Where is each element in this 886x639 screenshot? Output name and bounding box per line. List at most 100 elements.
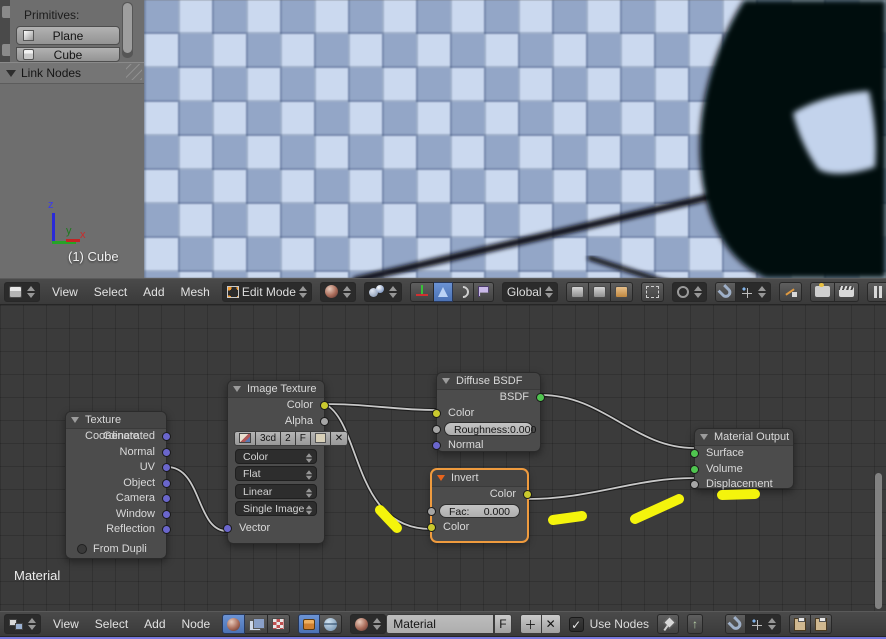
socket-surface-in[interactable] (690, 449, 699, 458)
rotate-manipulator-button[interactable] (452, 281, 474, 302)
roughness-slider[interactable]: Roughness: 0.000 (444, 422, 536, 436)
compositing-nodes-button[interactable] (245, 614, 269, 634)
occlude-geometry-button[interactable] (640, 281, 664, 302)
face-select-mode-button[interactable] (610, 281, 633, 302)
socket-generated[interactable] (162, 432, 171, 441)
editor-type-selector[interactable] (4, 281, 40, 302)
link-nodes-panel-header[interactable]: Link Nodes (0, 62, 144, 84)
menu-mesh[interactable]: Mesh (177, 285, 214, 299)
socket-color-out[interactable] (320, 401, 329, 410)
fake-user-button[interactable]: F (494, 614, 512, 634)
proportional-edit-dropdown[interactable] (671, 281, 707, 302)
socket-window[interactable] (162, 509, 171, 519)
editor-type-selector[interactable] (4, 614, 41, 634)
snap-element-dropdown[interactable] (735, 281, 771, 302)
menu-node[interactable]: Node (178, 617, 215, 631)
socket-roughness-in[interactable] (432, 425, 441, 434)
socket-alpha-out[interactable] (320, 416, 329, 426)
pin-button[interactable] (657, 614, 679, 634)
node-texture-coordinate[interactable]: Texture Coordinate Generated Normal UV O… (65, 411, 171, 559)
socket-displacement-in[interactable] (690, 480, 699, 489)
new-image-button[interactable] (310, 431, 331, 446)
add-plane-button[interactable]: Plane (16, 26, 120, 45)
fake-user-button[interactable]: F (295, 431, 311, 446)
menu-view[interactable]: View (48, 285, 82, 299)
edge-select-mode-button[interactable] (588, 281, 611, 302)
node-header[interactable]: Material Output (695, 429, 793, 446)
node-material-output[interactable]: Material Output Surface Volume Displacem… (690, 428, 794, 490)
interpolation-dropdown[interactable]: Linear (235, 483, 317, 499)
material-browse-dropdown[interactable] (350, 614, 387, 634)
projection-dropdown[interactable]: Flat (235, 466, 317, 481)
socket-color-in[interactable] (427, 522, 436, 532)
menu-add[interactable]: Add (140, 617, 169, 631)
node-header[interactable]: Image Texture (228, 381, 324, 398)
use-nodes-checkbox[interactable]: ✓ (568, 616, 584, 632)
source-dropdown[interactable]: Single Image (235, 501, 317, 516)
browse-image-button[interactable] (234, 431, 256, 446)
node-diffuse-bsdf[interactable]: Diffuse BSDF BSDF Color Roughness: 0.000… (432, 372, 545, 452)
texture-nodes-button[interactable] (268, 614, 291, 634)
opengl-render-button[interactable] (809, 281, 835, 302)
manipulator-toggle-button[interactable] (409, 281, 434, 302)
fac-slider[interactable]: Fac: 0.000 (439, 503, 520, 518)
viewport-3d[interactable]: Primitives: Plane Cube Link Nodes z y x … (0, 0, 886, 278)
copy-nodes-button[interactable] (789, 614, 811, 634)
object-shader-button[interactable] (298, 614, 321, 634)
socket-camera[interactable] (162, 494, 171, 503)
tool-shelf-scrollbar[interactable] (122, 2, 133, 58)
menu-select[interactable]: Select (90, 285, 131, 299)
pivot-point-dropdown[interactable] (363, 281, 402, 302)
shelf-tab-icon[interactable] (2, 6, 10, 18)
shelf-tab-icon[interactable] (2, 44, 10, 56)
socket-bsdf-out[interactable] (536, 393, 545, 402)
menu-select[interactable]: Select (91, 617, 132, 631)
node-header[interactable]: Texture Coordinate (66, 412, 166, 442)
go-to-parent-button[interactable]: ↑ (687, 614, 703, 634)
socket-volume-in[interactable] (690, 464, 699, 474)
unlink-image-button[interactable]: ✕ (330, 431, 349, 446)
world-shader-button[interactable] (320, 614, 343, 634)
node-image-texture[interactable]: Image Texture Color Alpha 3cd 2 F ✕ Colo… (223, 380, 349, 544)
new-material-button[interactable]: ＋ (519, 614, 542, 634)
node-editor-scrollbar[interactable] (875, 473, 882, 609)
socket-uv[interactable] (162, 463, 171, 472)
socket-normal-in[interactable] (432, 441, 441, 450)
color-space-dropdown[interactable]: Color (235, 448, 317, 464)
panel-resize-grip[interactable] (126, 64, 142, 80)
socket-color-out[interactable] (523, 490, 532, 499)
transform-orientation-dropdown[interactable]: Global (501, 281, 558, 302)
unlink-material-button[interactable]: ✕ (541, 614, 561, 634)
shader-nodes-button[interactable] (222, 614, 246, 634)
node-header[interactable]: Invert (432, 470, 527, 487)
translate-manipulator-button[interactable] (433, 281, 453, 302)
pause-button[interactable] (866, 281, 886, 302)
image-name-field[interactable]: 3cd (256, 431, 282, 446)
snap-toggle-button[interactable] (725, 614, 746, 634)
socket-reflection[interactable] (162, 525, 171, 534)
node-editor[interactable]: Texture Coordinate Generated Normal UV O… (0, 305, 886, 611)
scale-manipulator-button[interactable] (473, 281, 494, 302)
from-dupli-checkbox[interactable] (77, 543, 87, 554)
tool-shelf-tabs[interactable] (0, 0, 10, 62)
snap-target-button[interactable] (778, 281, 802, 302)
socket-fac-in[interactable] (427, 506, 436, 516)
socket-object[interactable] (162, 478, 171, 488)
node-invert[interactable]: Invert Color Fac: 0.000 Color (427, 469, 532, 542)
material-name-field[interactable]: Material (386, 614, 495, 634)
from-dupli-row[interactable]: From Dupli (66, 542, 166, 558)
opengl-render-anim-button[interactable] (834, 281, 859, 302)
add-cube-button[interactable]: Cube (16, 47, 120, 62)
users-count-button[interactable]: 2 (281, 431, 296, 446)
snap-toggle-button[interactable] (714, 281, 736, 302)
scrollbar-thumb[interactable] (123, 3, 132, 53)
socket-vector-in[interactable] (223, 524, 232, 533)
socket-color-in[interactable] (432, 408, 441, 418)
vertex-select-mode-button[interactable] (565, 281, 589, 302)
socket-normal[interactable] (162, 447, 171, 457)
node-header[interactable]: Diffuse BSDF (437, 373, 540, 390)
mode-dropdown[interactable]: Edit Mode (221, 281, 312, 302)
viewport-shading-dropdown[interactable] (319, 281, 356, 302)
snap-element-dropdown[interactable] (746, 614, 781, 634)
menu-add[interactable]: Add (139, 285, 168, 299)
